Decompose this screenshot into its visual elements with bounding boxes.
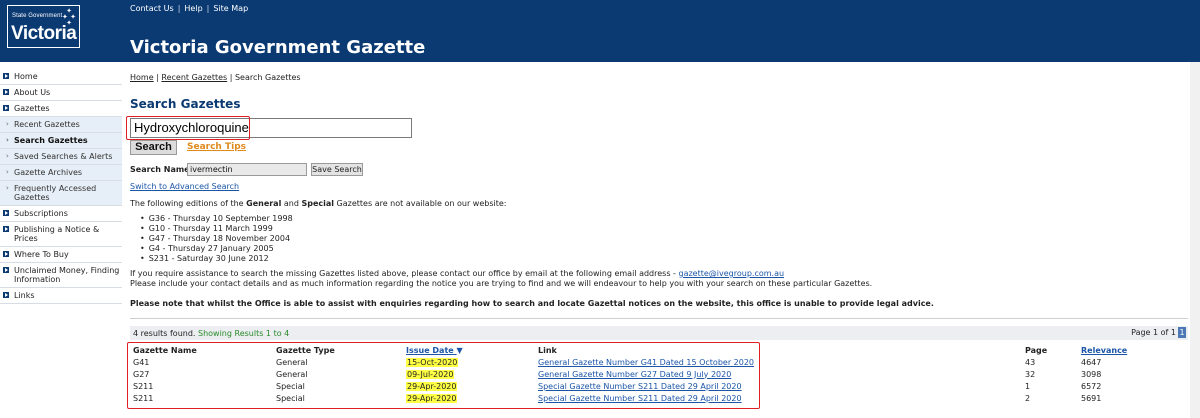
arrow-bullet-icon <box>3 226 9 232</box>
sidebar-item-publishing[interactable]: Publishing a Notice & Prices <box>0 222 122 247</box>
sidebar-item-label: Subscriptions <box>14 209 68 218</box>
sidebar-item-label: Publishing a Notice & Prices <box>14 225 100 243</box>
page-indicator: Page 1 of 1 <box>1131 328 1176 337</box>
list-item: G4 - Thursday 27 January 2005 <box>140 244 293 254</box>
sidebar-item-frequently-accessed[interactable]: › Frequently Accessed Gazettes <box>0 181 122 206</box>
arrow-bullet-icon <box>3 73 9 79</box>
intro-and: and <box>281 199 302 208</box>
intro-text: The following editions of the <box>130 199 247 208</box>
intro-tail: Gazettes are not available on our websit… <box>334 199 507 208</box>
chevron-right-icon: › <box>6 168 9 176</box>
help-link[interactable]: Help <box>184 4 202 13</box>
results-highlight <box>127 342 760 409</box>
arrow-bullet-icon <box>3 267 9 273</box>
results-showing-text: Showing Results 1 to 4 <box>198 329 290 338</box>
sidebar-item-label: Gazette Archives <box>14 168 83 177</box>
sidebar-item-subscriptions[interactable]: Subscriptions <box>0 206 122 222</box>
chevron-right-icon: › <box>6 184 9 192</box>
results-summary-bar: 4 results found. Showing Results 1 to 4 … <box>130 326 1188 340</box>
relevance-cell: 4647 <box>1081 357 1102 367</box>
arrow-bullet-icon <box>3 292 9 298</box>
sidebar-item-label: Recent Gazettes <box>14 120 80 129</box>
sidebar-item-label: Search Gazettes <box>14 136 88 145</box>
arrow-bullet-icon <box>3 210 9 216</box>
southern-cross-icon: ✦ ✦ ✦ ✦ <box>62 7 76 27</box>
sidebar-item-saved-searches[interactable]: › Saved Searches & Alerts <box>0 149 122 165</box>
sidebar-item-where-to-buy[interactable]: Where To Buy <box>0 247 122 263</box>
breadcrumb-recent-link[interactable]: Recent Gazettes <box>161 73 227 82</box>
breadcrumb-current: Search Gazettes <box>234 73 301 82</box>
relevance-sort-header[interactable]: Relevance <box>1078 344 1188 356</box>
list-item: G36 - Thursday 10 September 1998 <box>140 214 293 224</box>
chevron-right-icon: › <box>6 120 9 128</box>
search-button[interactable]: Search <box>130 140 177 155</box>
arrow-bullet-icon <box>3 89 9 95</box>
sidebar-item-recent-gazettes[interactable]: › Recent Gazettes <box>0 117 122 133</box>
relevance-cell: 5691 <box>1081 393 1102 403</box>
page-title: Search Gazettes <box>130 97 241 111</box>
page-button[interactable]: 1 <box>1178 327 1186 338</box>
pagination: Page 1 of 11 <box>1131 327 1186 338</box>
sidebar-item-unclaimed-money[interactable]: Unclaimed Money, Finding Information <box>0 263 122 288</box>
arrow-bullet-icon <box>3 105 9 111</box>
results-count: 4 results found. Showing Results 1 to 4 <box>133 329 289 338</box>
sidebar-item-label: Where To Buy <box>14 250 69 259</box>
sidebar-item-gazettes[interactable]: Gazettes <box>0 101 122 117</box>
save-search-button[interactable]: Save Search <box>311 163 363 176</box>
relevance-cell: 3098 <box>1081 369 1102 379</box>
sidebar-item-label: About Us <box>14 88 51 97</box>
breadcrumb: Home | Recent Gazettes | Search Gazettes <box>130 73 301 82</box>
sidebar-item-label: Unclaimed Money, Finding Information <box>14 266 120 284</box>
vertical-scrollbar[interactable] <box>1190 62 1200 418</box>
page-cell: 32 <box>1025 369 1036 379</box>
list-item: G10 - Thursday 11 March 1999 <box>140 224 293 234</box>
search-name-label: Search Name: <box>130 165 193 174</box>
sidebar-item-about-us[interactable]: About Us <box>0 85 122 101</box>
relevance-cell: 6572 <box>1081 381 1102 391</box>
assist-text: If you require assistance to search the … <box>130 269 679 278</box>
site-header: State Government Victoria ✦ ✦ ✦ ✦ Contact … <box>0 0 1200 62</box>
missing-editions-intro: The following editions of the General an… <box>130 199 506 209</box>
sidebar-item-gazette-archives[interactable]: › Gazette Archives <box>0 165 122 181</box>
search-tips-link[interactable]: Search Tips <box>187 142 246 152</box>
victoria-logo[interactable]: State Government Victoria ✦ ✦ ✦ ✦ <box>7 5 80 48</box>
page-cell: 1 <box>1025 381 1031 391</box>
advanced-search-link[interactable]: Switch to Advanced Search <box>130 182 239 191</box>
sidebar-item-label: Links <box>14 291 35 300</box>
page-cell: 43 <box>1025 357 1036 367</box>
chevron-right-icon: › <box>6 152 9 160</box>
sidebar-nav: Home About Us Gazettes › Recent Gazettes … <box>0 69 122 304</box>
sidebar-item-search-gazettes[interactable]: › Search Gazettes <box>0 133 122 149</box>
sidebar-item-home[interactable]: Home <box>0 69 122 85</box>
sidebar-item-label: Saved Searches & Alerts <box>14 152 113 161</box>
assistance-text: If you require assistance to search the … <box>130 269 872 289</box>
intro-special: Special <box>301 199 335 208</box>
intro-general: General <box>246 199 282 208</box>
site-title: Victoria Government Gazette <box>130 37 426 58</box>
contact-us-link[interactable]: Contact Us <box>130 4 174 13</box>
sidebar-item-links[interactable]: Links <box>0 288 122 304</box>
missing-editions-list: G36 - Thursday 10 September 1998 G10 - T… <box>140 214 293 264</box>
legal-advice-notice: Please note that whilst the Office is ab… <box>130 299 934 308</box>
top-links: Contact Us | Help | Site Map <box>130 4 249 13</box>
logo-subtitle: State Government <box>12 13 63 19</box>
arrow-bullet-icon <box>3 251 9 257</box>
page-cell: 2 <box>1025 393 1031 403</box>
breadcrumb-home-link[interactable]: Home <box>130 73 154 82</box>
sidebar-item-label: Home <box>14 72 38 81</box>
list-item: S231 - Saturday 30 June 2012 <box>140 254 293 264</box>
search-name-input[interactable]: ivermectin <box>187 163 307 176</box>
chevron-right-icon: › <box>6 136 9 144</box>
assist-text-2: Please include your contact details and … <box>130 279 873 288</box>
results-found-text: 4 results found. <box>133 329 196 338</box>
column-header: Page <box>1025 345 1048 355</box>
sidebar-item-label: Frequently Accessed Gazettes <box>14 184 97 202</box>
divider <box>130 318 1188 319</box>
list-item: G47 - Thursday 18 November 2004 <box>140 234 293 244</box>
gazette-email-link[interactable]: gazette@ivegroup.com.au <box>678 269 784 278</box>
site-map-link[interactable]: Site Map <box>213 4 248 13</box>
search-query-highlight <box>126 116 250 140</box>
sidebar-item-label: Gazettes <box>14 104 50 113</box>
